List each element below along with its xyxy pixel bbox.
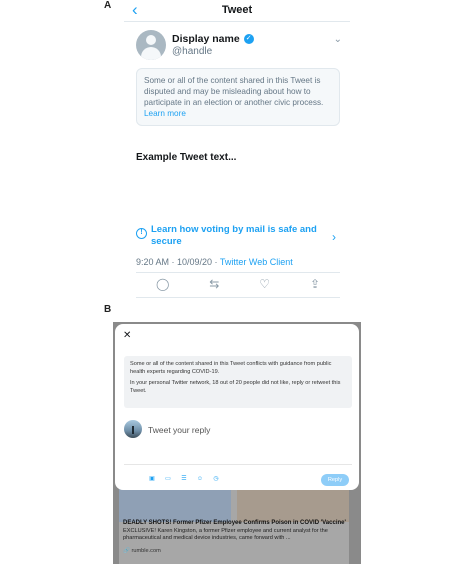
alert-icon: ! [136,228,147,239]
panel-label-b: B [104,304,112,315]
poll-icon[interactable]: ☰ [180,475,188,483]
voting-info-text[interactable]: Learn how voting by mail is safe and sec… [151,224,321,248]
article-domain: 🔗 rumble.com [123,548,161,554]
reply-modal: ✕ Some or all of the content shared in t… [115,324,359,490]
divider [124,464,352,465]
article-image-left [119,486,231,522]
learn-more-link[interactable]: Learn more [144,109,186,118]
divider [136,297,340,298]
client-link[interactable]: Twitter Web Client [220,257,293,267]
tweet-detail-panel: ‹ Tweet Display name ✓ @handle ⌄ Some or… [124,0,350,302]
schedule-icon[interactable]: ◷ [212,475,220,483]
reply-input[interactable] [148,425,328,435]
avatar-head [146,35,156,45]
gif-icon[interactable]: ▭ [164,475,172,483]
author-name-row[interactable]: Display name ✓ [172,33,254,45]
share-icon[interactable]: ⇪ [310,277,320,291]
notice-line-1: Some or all of the content shared in thi… [130,361,332,375]
avatar-body [141,47,161,60]
tweet-metadata: 9:20 AM · 10/09/20 · Twitter Web Client [136,257,293,267]
reply-icon[interactable]: ◯ [156,277,169,291]
covid-notice: Some or all of the content shared in thi… [124,356,352,408]
emoji-icon[interactable]: ☺ [196,475,204,483]
action-bar: ◯ ⇆ ♡ ⇪ [136,276,340,292]
article-image-right [237,486,349,522]
notice-text: Some or all of the content shared in thi… [144,76,324,107]
background-article-image [119,486,349,522]
article-headline: DEADLY SHOTS! Former Pfizer Employee Con… [123,520,346,526]
header: ‹ Tweet [124,0,350,22]
timestamp: 9:20 AM · 10/09/20 · [136,257,220,267]
close-icon[interactable]: ✕ [123,330,131,341]
avatar[interactable] [136,30,166,60]
verified-badge-icon: ✓ [243,34,254,44]
page-title: Tweet [221,4,253,16]
voting-info-link[interactable]: ! Learn how voting by mail is safe and s… [136,224,340,250]
image-icon[interactable]: ▣ [148,475,156,483]
chevron-down-icon[interactable]: ⌄ [334,34,342,45]
handle[interactable]: @handle [172,46,212,57]
tweet-text: Example Tweet text... [136,152,237,163]
chevron-right-icon[interactable]: › [332,230,336,244]
avatar-figure [132,426,134,434]
notice-line-2: In your personal Twitter network, 18 out… [130,380,341,394]
compose-toolbar: ▣ ▭ ☰ ☺ ◷ [148,475,220,483]
like-icon[interactable]: ♡ [259,277,270,291]
avatar [124,420,142,438]
display-name[interactable]: Display name [172,33,240,45]
retweet-icon[interactable]: ⇆ [209,277,219,291]
article-description: EXCLUSIVE! Karen Kingston, a former Pfiz… [123,528,328,541]
reply-button[interactable]: Reply [321,474,349,486]
reply-modal-panel: DEADLY SHOTS! Former Pfizer Employee Con… [113,322,361,564]
misleading-notice: Some or all of the content shared in thi… [136,68,340,126]
panel-label-a: A [104,0,112,11]
divider [136,272,340,273]
